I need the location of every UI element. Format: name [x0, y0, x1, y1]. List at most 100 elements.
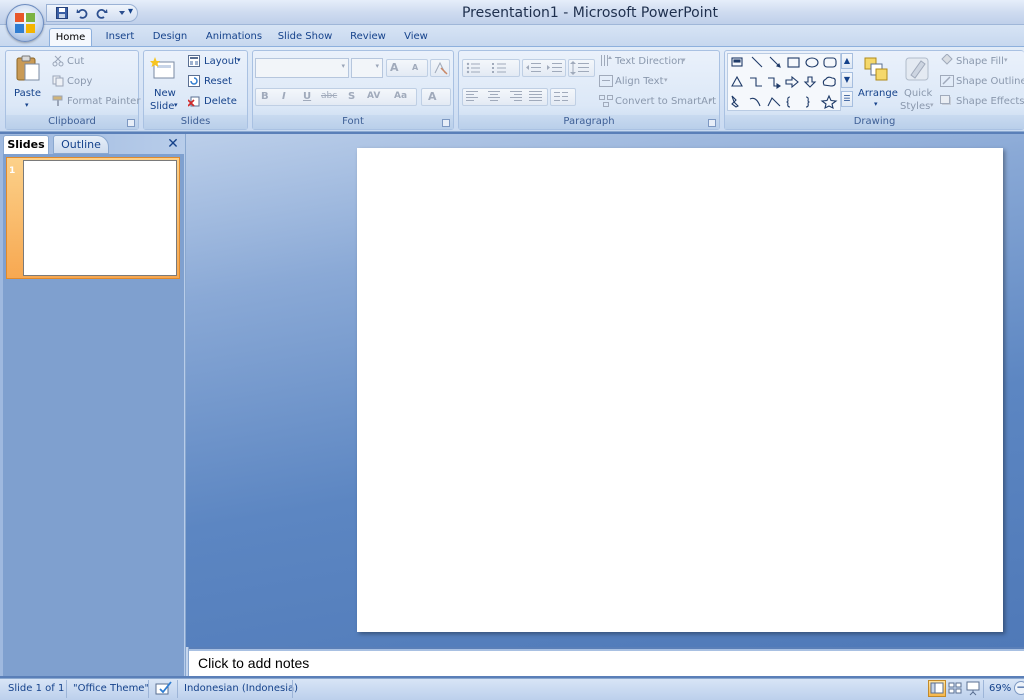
- font-name-dropdown-icon[interactable]: ▾: [341, 62, 345, 70]
- bullets-icon[interactable]: [466, 62, 484, 74]
- paste-icon[interactable]: [14, 54, 42, 82]
- tab-slide-show[interactable]: Slide Show: [274, 28, 336, 47]
- slide-thumbnail[interactable]: [23, 160, 177, 276]
- notes-placeholder[interactable]: Click to add notes: [198, 655, 309, 671]
- tab-outline[interactable]: Outline: [53, 135, 109, 154]
- italic-button[interactable]: I: [282, 91, 286, 102]
- align-text-button[interactable]: Align Text: [615, 76, 664, 87]
- window-title: Presentation1 - Microsoft PowerPoint: [461, 5, 719, 21]
- shrink-font-button[interactable]: A: [412, 63, 418, 72]
- tab-home[interactable]: Home: [49, 28, 92, 48]
- font-size-combo[interactable]: ▾: [351, 58, 383, 78]
- align-left-icon[interactable]: [466, 91, 480, 102]
- slide-show-view-button[interactable]: [964, 680, 982, 697]
- reset-button[interactable]: Reset: [204, 76, 232, 87]
- gallery-scroll-down[interactable]: ▼: [841, 72, 853, 88]
- change-case-button[interactable]: Aa: [394, 91, 407, 101]
- font-size-dropdown-icon[interactable]: ▾: [375, 62, 379, 70]
- clear-formatting-button[interactable]: [430, 59, 450, 77]
- tab-animations[interactable]: Animations: [201, 28, 267, 47]
- quick-styles-dropdown-icon[interactable]: ▾: [930, 101, 934, 109]
- shape-outline-button[interactable]: Shape Outline: [956, 76, 1024, 87]
- delete-button[interactable]: Delete: [204, 96, 237, 107]
- new-slide-icon[interactable]: [150, 56, 176, 82]
- align-center-icon[interactable]: [487, 91, 501, 102]
- cut-button[interactable]: Cut: [67, 56, 84, 67]
- redo-icon[interactable]: [95, 6, 109, 20]
- quick-styles-label-1[interactable]: Quick: [904, 88, 932, 99]
- customize-qat-icon[interactable]: ▾: [128, 5, 138, 19]
- align-text-dropdown-icon[interactable]: ▾: [664, 76, 668, 84]
- text-direction-button[interactable]: Text Direction: [615, 56, 684, 67]
- tab-slides[interactable]: Slides: [3, 135, 49, 154]
- line-spacing-button[interactable]: [568, 59, 595, 77]
- paste-dropdown-icon[interactable]: ▾: [25, 101, 29, 109]
- convert-to-smartart-button[interactable]: Convert to SmartArt: [615, 96, 716, 107]
- align-right-icon[interactable]: [508, 91, 522, 102]
- bold-button[interactable]: B: [261, 91, 269, 102]
- gallery-more[interactable]: ☰: [841, 91, 853, 107]
- arrange-icon[interactable]: [862, 55, 890, 83]
- font-launcher-icon[interactable]: [442, 119, 450, 127]
- justify-icon[interactable]: [529, 91, 543, 102]
- arrange-button[interactable]: Arrange: [858, 88, 898, 99]
- slide-sorter-view-button[interactable]: [946, 680, 964, 697]
- zoom-level[interactable]: 69%: [989, 683, 1011, 694]
- delete-icon: [188, 95, 200, 107]
- close-pane-icon[interactable]: ✕: [166, 137, 180, 151]
- shape-fill-button[interactable]: Shape Fill: [956, 56, 1004, 67]
- format-painter-button[interactable]: Format Painter: [67, 96, 140, 107]
- notes-pane[interactable]: [189, 649, 1024, 676]
- paragraph-group-label: Paragraph: [459, 115, 719, 129]
- new-slide-label-1[interactable]: New: [154, 88, 176, 99]
- increase-indent-icon[interactable]: [547, 62, 563, 74]
- theme-name[interactable]: "Office Theme": [73, 683, 149, 694]
- font-name-combo[interactable]: ▾: [255, 58, 349, 78]
- quick-styles-icon[interactable]: [903, 55, 931, 83]
- gallery-scroll-up[interactable]: ▲: [841, 53, 853, 69]
- spell-check-icon[interactable]: [155, 681, 173, 696]
- underline-button[interactable]: U: [303, 91, 311, 102]
- new-slide-label-2[interactable]: Slide: [150, 101, 174, 112]
- redo-dropdown-icon[interactable]: [115, 6, 129, 20]
- strikethrough-button[interactable]: abc: [321, 91, 337, 101]
- arrange-dropdown-icon[interactable]: ▾: [874, 100, 878, 108]
- slide-thumbnail-number: 1: [9, 166, 16, 176]
- undo-icon[interactable]: [75, 6, 89, 20]
- clipboard-group-label: Clipboard: [6, 115, 138, 129]
- paragraph-launcher-icon[interactable]: [708, 119, 716, 127]
- layout-dropdown-icon[interactable]: ▾: [237, 56, 241, 64]
- clipboard-launcher-icon[interactable]: [127, 119, 135, 127]
- new-slide-dropdown-icon[interactable]: ▾: [174, 101, 178, 109]
- save-icon[interactable]: [55, 6, 69, 20]
- clear-formatting-icon: [434, 61, 448, 75]
- columns-icon: [554, 92, 568, 101]
- quick-styles-label-2[interactable]: Styles: [900, 101, 930, 112]
- tab-design[interactable]: Design: [148, 28, 192, 47]
- layout-button[interactable]: Layout: [204, 56, 238, 67]
- normal-view-button[interactable]: [928, 680, 946, 697]
- office-logo-icon: [15, 13, 35, 33]
- shape-effects-button[interactable]: Shape Effects: [956, 96, 1024, 107]
- shape-fill-dropdown-icon[interactable]: ▾: [1004, 56, 1008, 64]
- language-indicator[interactable]: Indonesian (Indonesia): [184, 683, 298, 694]
- slide-canvas[interactable]: [357, 148, 1003, 632]
- slides-group-label: Slides: [144, 115, 247, 129]
- tab-insert[interactable]: Insert: [99, 28, 141, 47]
- numbering-icon[interactable]: [492, 62, 510, 74]
- zoom-out-icon[interactable]: −: [1014, 681, 1024, 695]
- decrease-indent-icon[interactable]: [526, 62, 542, 74]
- shapes-gallery[interactable]: [727, 53, 841, 111]
- smartart-dropdown-icon[interactable]: ▾: [709, 96, 713, 104]
- text-shadow-button[interactable]: S: [348, 91, 355, 102]
- text-direction-dropdown-icon[interactable]: ▾: [682, 56, 686, 64]
- tab-review[interactable]: Review: [345, 28, 391, 47]
- copy-button[interactable]: Copy: [67, 76, 92, 87]
- columns-button[interactable]: [550, 88, 576, 106]
- cut-icon: [52, 55, 64, 67]
- paste-button[interactable]: Paste: [14, 88, 41, 99]
- character-spacing-button[interactable]: AV: [367, 91, 380, 101]
- grow-font-button[interactable]: A: [390, 61, 399, 74]
- office-button[interactable]: [6, 4, 44, 42]
- tab-view[interactable]: View: [398, 28, 434, 47]
